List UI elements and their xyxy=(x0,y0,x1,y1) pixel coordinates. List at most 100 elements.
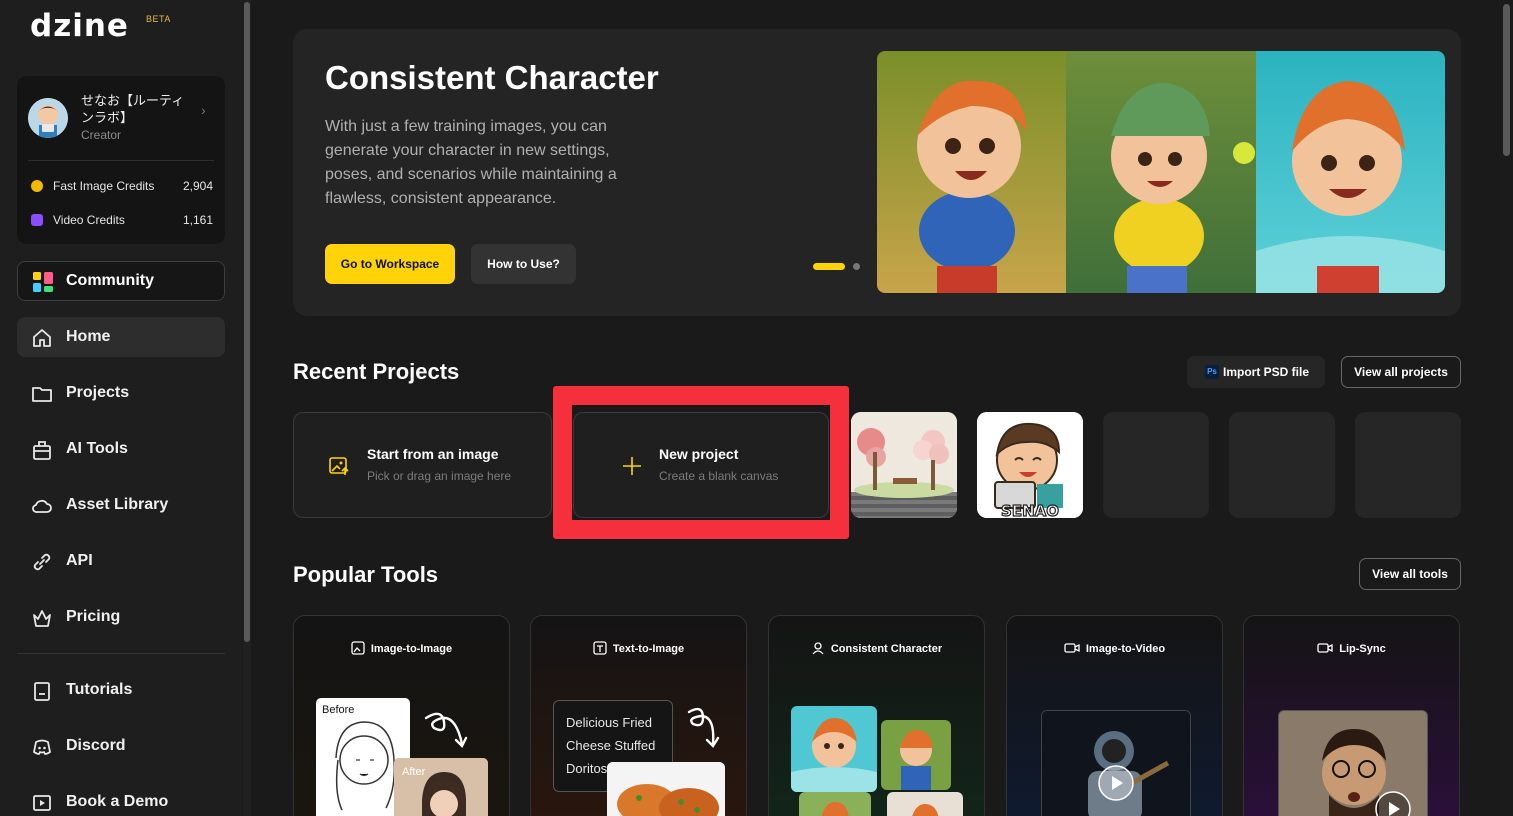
nav-tutorials[interactable]: Tutorials xyxy=(17,670,225,710)
project-thumbnail[interactable]: SENAO xyxy=(977,412,1083,518)
user-role: Creator xyxy=(81,128,122,142)
before-label: Before xyxy=(322,704,355,716)
tool-card-image-to-image[interactable]: Image-to-Image Before After xyxy=(293,615,510,816)
credit-label: Fast Image Credits xyxy=(53,179,155,193)
logo[interactable]: dzine xyxy=(30,8,129,44)
carousel-dot-active[interactable] xyxy=(813,263,845,270)
nav-discord[interactable]: Discord xyxy=(17,726,225,766)
food-image xyxy=(607,762,725,816)
credit-value: 2,904 xyxy=(182,179,213,193)
divider xyxy=(28,160,214,161)
nav-label: AI Tools xyxy=(66,440,128,457)
scrollbar-thumb[interactable] xyxy=(244,2,250,642)
video-preview xyxy=(1278,710,1428,816)
credit-value: 1,161 xyxy=(182,213,213,227)
tool-label: Text-to-Image xyxy=(612,643,685,655)
tool-card-lip-sync[interactable]: Lip-Sync xyxy=(1243,615,1460,816)
nav-label: Asset Library xyxy=(66,496,169,513)
scrollbar-thumb[interactable] xyxy=(1503,4,1510,156)
coin-icon xyxy=(31,180,43,192)
hero-title: Consistent Character xyxy=(325,59,659,96)
tool-card-image-to-video[interactable]: Image-to-Video xyxy=(1006,615,1223,816)
import-psd-button[interactable]: Ps Import PSD file xyxy=(1187,356,1325,388)
start-from-image-card[interactable]: Start from an image Pick or drag an imag… xyxy=(293,412,552,518)
tool-label: Image-to-Image xyxy=(370,643,453,655)
import-psd-label: Import PSD file xyxy=(1223,365,1310,379)
nav-ai-tools[interactable]: AI Tools xyxy=(17,429,225,469)
nav-label: Tutorials xyxy=(66,681,133,698)
divider xyxy=(17,653,225,654)
after-image: After xyxy=(394,758,488,816)
chevron-right-icon[interactable]: › xyxy=(201,102,206,118)
toolbox-icon xyxy=(33,441,51,460)
tool-title: Image-to-Image xyxy=(294,641,509,655)
empty-project-slot xyxy=(1103,412,1209,518)
home-icon xyxy=(33,329,51,347)
nav-label: Home xyxy=(66,328,111,345)
image-to-image-icon xyxy=(351,641,365,655)
nav-label: Book a Demo xyxy=(66,793,169,810)
nav-projects[interactable]: Projects xyxy=(17,373,225,413)
credit-label: Video Credits xyxy=(53,213,125,227)
community-icon xyxy=(33,272,53,292)
video-credits: Video Credits 1,161 xyxy=(31,212,213,228)
play-icon[interactable] xyxy=(1098,765,1134,801)
nav-label: Pricing xyxy=(66,608,121,625)
tool-title: Text-to-Image xyxy=(531,641,746,655)
nav-pricing[interactable]: Pricing xyxy=(17,597,225,637)
tutorials-icon xyxy=(34,682,50,701)
nav-home[interactable]: Home xyxy=(17,317,225,357)
character-image xyxy=(881,720,951,790)
sidebar: dzine BETA せなお【ルーティンラボ】 Creator › Fast I… xyxy=(0,0,242,816)
app-root: dzine BETA せなお【ルーティンラボ】 Creator › Fast I… xyxy=(0,0,1513,816)
image-upload-icon xyxy=(329,457,349,475)
discord-icon xyxy=(33,739,51,755)
card-subtitle: Pick or drag an image here xyxy=(367,469,512,483)
demo-icon xyxy=(33,795,51,811)
nav-book-demo[interactable]: Book a Demo xyxy=(17,782,225,816)
video-icon xyxy=(1064,643,1080,653)
play-icon[interactable] xyxy=(1375,791,1411,816)
user-card[interactable]: せなお【ルーティンラボ】 Creator › Fast Image Credit… xyxy=(17,76,225,244)
nav-asset-library[interactable]: Asset Library xyxy=(17,485,225,525)
beta-badge: BETA xyxy=(146,14,171,24)
empty-project-slot xyxy=(1229,412,1335,518)
character-image xyxy=(887,792,963,816)
recent-projects-title: Recent Projects xyxy=(293,359,460,384)
community-button[interactable]: Community xyxy=(17,261,225,301)
tool-card-text-to-image[interactable]: Text-to-Image Delicious Fried Cheese Stu… xyxy=(530,615,747,816)
video-credit-icon xyxy=(31,214,43,226)
nav-api[interactable]: API xyxy=(17,541,225,581)
sidebar-scrollbar[interactable] xyxy=(243,0,251,816)
highlight-box xyxy=(553,386,849,539)
cloud-icon xyxy=(32,499,52,513)
tool-card-consistent-character[interactable]: Consistent Character xyxy=(768,615,985,816)
curved-arrow-icon xyxy=(687,707,720,748)
text-to-image-icon xyxy=(593,641,607,655)
how-to-use-button[interactable]: How to Use? xyxy=(471,244,576,284)
main-scrollbar[interactable] xyxy=(1500,0,1513,816)
view-all-tools-button[interactable]: View all tools xyxy=(1359,558,1461,590)
project-thumbnail[interactable] xyxy=(851,412,957,518)
card-title: Start from an image xyxy=(367,446,499,462)
hero-banner: Consistent Character With just a few tra… xyxy=(293,29,1461,316)
hero-description: With just a few training images, you can… xyxy=(325,118,617,207)
fast-image-credits: Fast Image Credits 2,904 xyxy=(31,178,213,194)
popular-tools-title: Popular Tools xyxy=(293,562,439,587)
character-image xyxy=(791,706,877,792)
tool-title: Consistent Character xyxy=(769,641,984,655)
character-image xyxy=(799,792,871,816)
hero-image xyxy=(877,51,1445,293)
thumbnail-caption: SENAO xyxy=(1001,502,1059,518)
tool-label: Consistent Character xyxy=(830,643,943,655)
carousel-dot[interactable] xyxy=(853,263,860,270)
link-icon xyxy=(33,553,51,571)
go-to-workspace-button[interactable]: Go to Workspace xyxy=(325,244,455,284)
tool-label: Image-to-Video xyxy=(1085,643,1166,655)
nav-label: Projects xyxy=(66,384,130,401)
curved-arrow-icon xyxy=(424,712,468,749)
tool-title: Lip-Sync xyxy=(1244,641,1459,655)
photoshop-icon: Ps xyxy=(1205,365,1219,379)
view-all-projects-button[interactable]: View all projects xyxy=(1341,356,1461,388)
nav-label: Discord xyxy=(66,737,126,754)
